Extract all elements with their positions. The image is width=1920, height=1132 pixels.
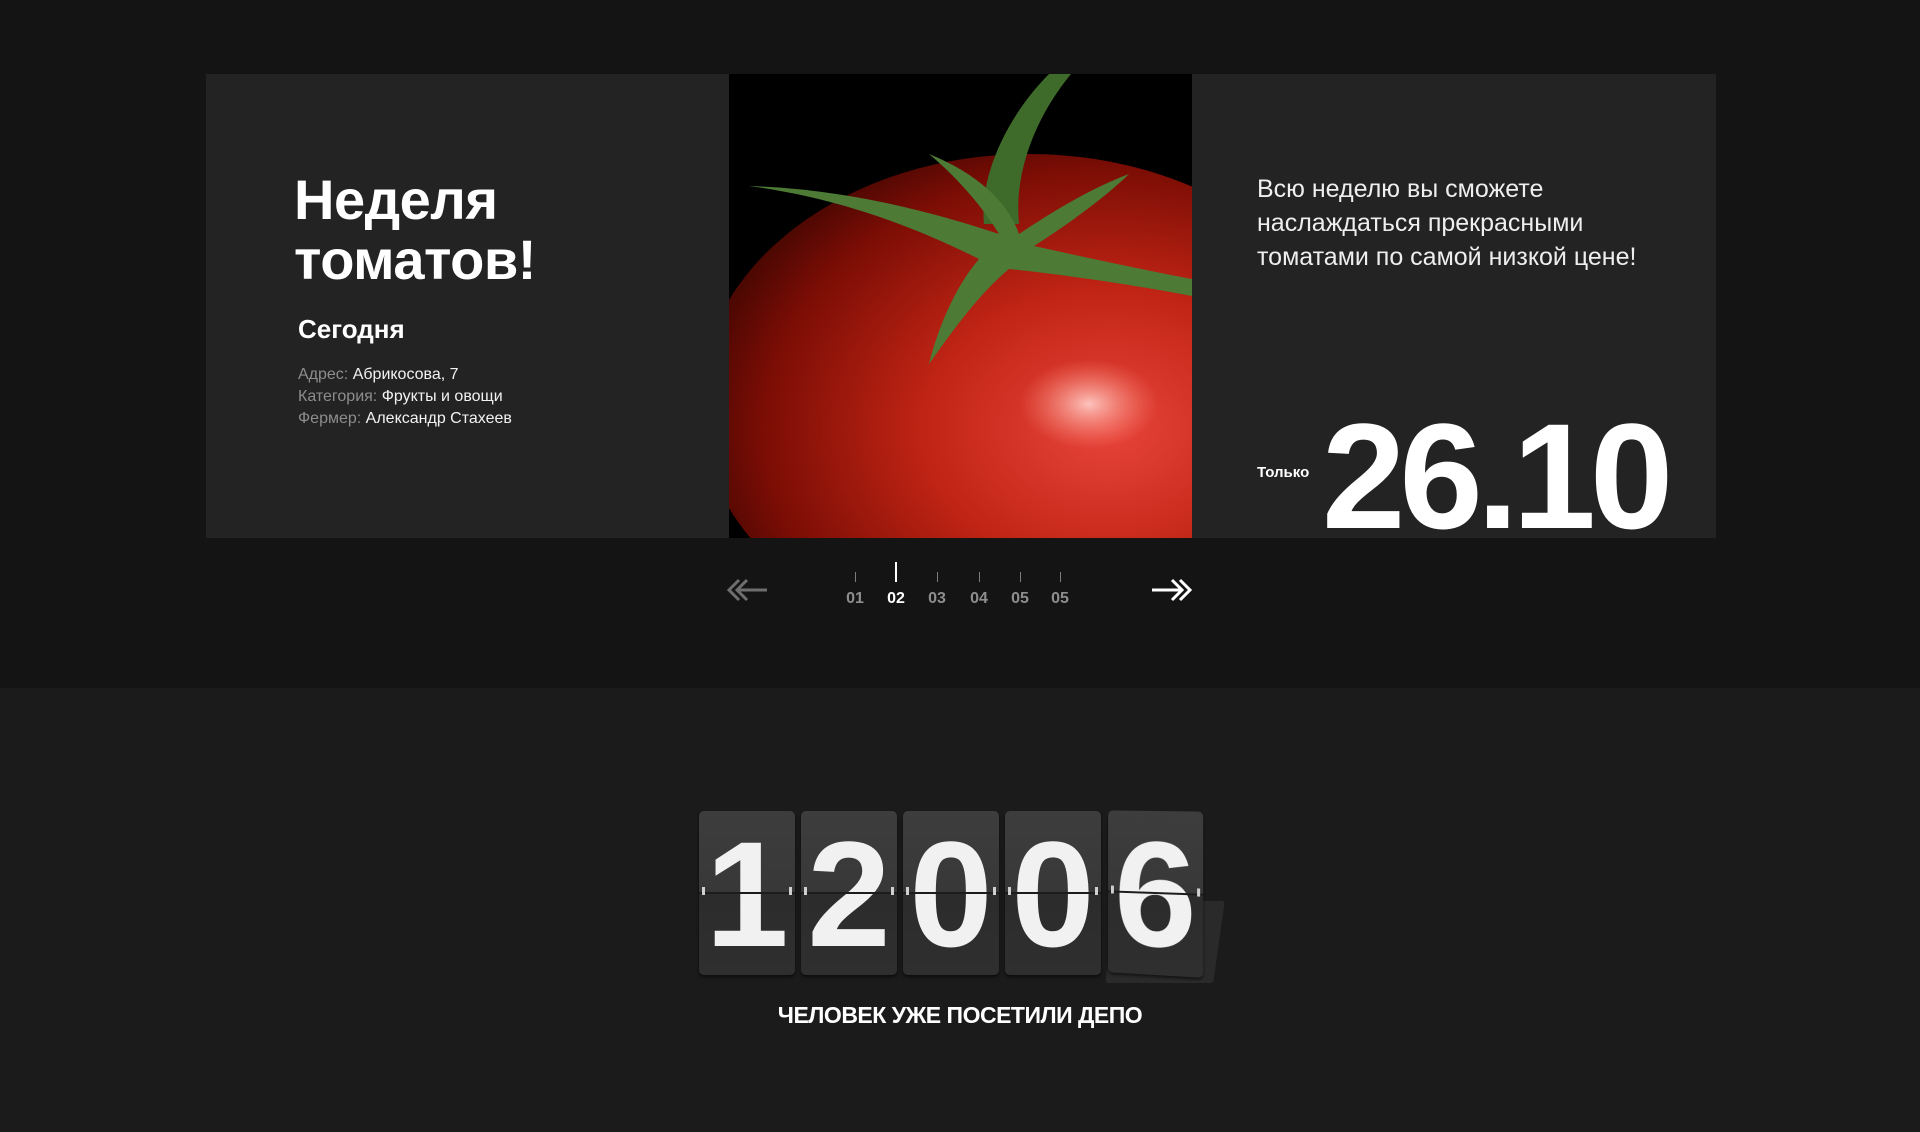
slide-pager: 01 02 03 04 05 05 [840, 562, 1080, 622]
promo-slider: Неделя томатов! Сегодня Адрес: Абрикосов… [206, 74, 1716, 538]
next-slide-button[interactable] [1150, 570, 1194, 610]
counter-digit-card: 6 [1108, 810, 1204, 980]
promo-date: Сегодня [298, 314, 405, 344]
card-notch [1110, 885, 1114, 894]
pager-number: 05 [1011, 590, 1029, 607]
pager-item[interactable]: 05 [1005, 562, 1035, 608]
farmer-label: Фермер: [298, 410, 362, 427]
counter-digit: 0 [1011, 810, 1095, 978]
pager-number: 03 [928, 590, 946, 607]
promo-price-panel: Всю неделю вы сможете наслаждаться прекр… [1192, 74, 1716, 538]
category-label: Категория: [298, 388, 378, 405]
card-notch [789, 887, 792, 895]
promo-details: Адрес: Абрикосова, 7 Категория: Фрукты и… [298, 364, 512, 430]
card-notch [1095, 887, 1098, 895]
counter-digit-card: 0 [903, 810, 999, 978]
card-notch [993, 887, 996, 895]
card-seam [1005, 892, 1101, 894]
visitor-counter-caption: ЧЕЛОВЕК УЖЕ ПОСЕТИЛИ ДЕПО [777, 1002, 1143, 1028]
pager-item[interactable]: 04 [964, 562, 994, 608]
address-value: Абрикосова, 7 [352, 366, 459, 383]
pager-tick [978, 572, 980, 582]
card-seam [903, 892, 999, 894]
pager-item[interactable]: 03 [922, 562, 952, 608]
card-seam [699, 892, 795, 894]
promo-info-panel: Неделя томатов! Сегодня Адрес: Абрикосов… [206, 74, 729, 538]
counter-digit: 0 [909, 810, 993, 978]
counter-digit: 2 [807, 810, 891, 978]
pager-item[interactable]: 02 [881, 562, 911, 608]
pager-tick [1059, 572, 1061, 582]
pager-tick [854, 572, 856, 582]
card-notch [1008, 887, 1011, 895]
pager-number: 02 [887, 590, 905, 607]
counter-digit-card: 1 [699, 810, 795, 978]
prev-slide-button[interactable] [725, 570, 769, 610]
pager-number: 05 [1051, 590, 1069, 607]
card-notch [702, 887, 705, 895]
promo-description: Всю неделю вы сможете наслаждаться прекр… [1257, 175, 1637, 271]
promo-title: Неделя томатов! [294, 170, 536, 290]
price-label: Только [1257, 464, 1310, 481]
double-arrow-right-icon [1152, 578, 1193, 602]
tomato-image [729, 74, 1192, 538]
card-notch [804, 887, 807, 895]
card-notch [1197, 888, 1201, 897]
promo-title-line2: томатов! [294, 228, 536, 291]
price-value: 26.10 [1322, 392, 1673, 538]
pager-tick [936, 572, 938, 582]
double-arrow-left-icon [726, 578, 767, 602]
pager-tick [1019, 572, 1021, 582]
address-label: Адрес: [298, 366, 349, 383]
pager-tick [895, 562, 897, 582]
pager-number: 04 [970, 590, 988, 607]
card-notch [891, 887, 894, 895]
promo-title-line1: Неделя [294, 168, 498, 231]
category-value: Фрукты и овощи [381, 388, 503, 405]
card-seam [801, 892, 897, 894]
counter-digit-card: 2 [801, 810, 897, 978]
pager-item[interactable]: 01 [840, 562, 870, 608]
pager-item[interactable]: 05 [1045, 562, 1075, 608]
counter-digit-card: 0 [1005, 810, 1101, 978]
tomato-illustration [729, 74, 1192, 538]
card-notch [906, 887, 909, 895]
farmer-value: Александр Стахеев [365, 410, 512, 427]
pager-number: 01 [846, 590, 864, 607]
counter-digit: 1 [705, 810, 789, 978]
